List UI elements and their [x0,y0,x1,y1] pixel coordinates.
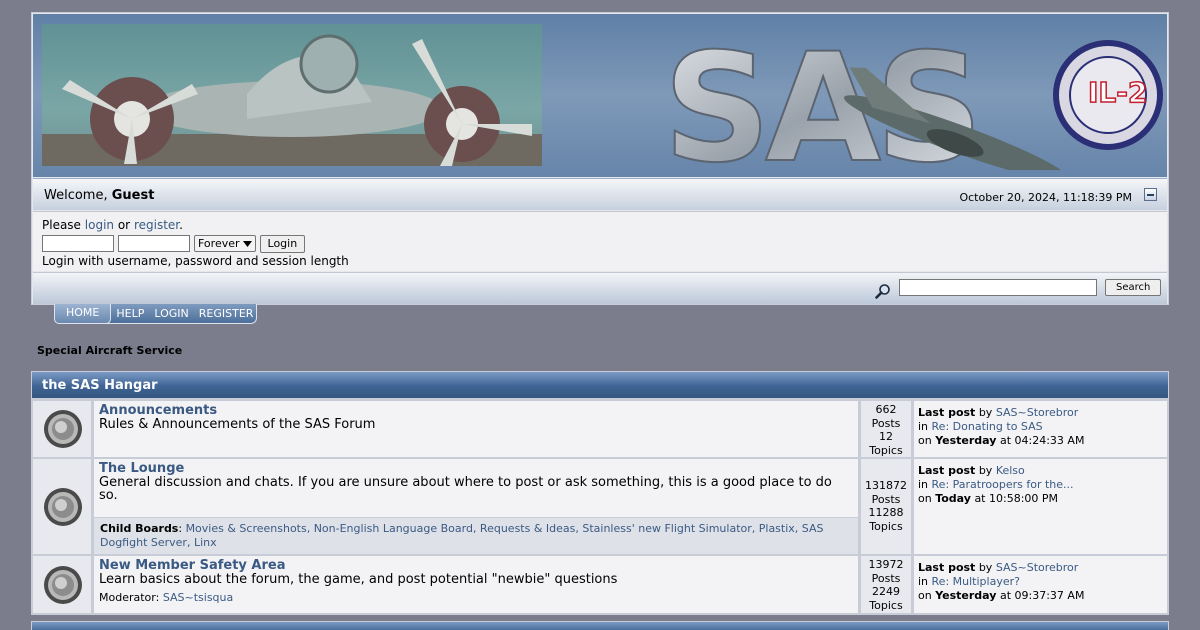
login-link[interactable]: login [85,218,114,232]
last-post-topic[interactable]: Re: Paratroopers for the... [932,478,1074,491]
board-index: the SAS Hangar Announcements Rules & Ann… [31,371,1169,615]
board-stats: 13972 Posts 2249 Topics [860,555,912,614]
last-post-author[interactable]: SAS~Storebror [996,561,1079,574]
register-link[interactable]: register [134,218,179,232]
board-row-new-member: New Member Safety Area Learn basics abou… [32,555,1168,614]
menu-login[interactable]: LOGIN [149,305,193,323]
login-prompt: Please login or register. [42,218,183,232]
collapse-header-icon[interactable] [1144,188,1157,201]
board-stats: 662 Posts 12 Topics [860,400,912,458]
last-post-topic[interactable]: Re: Multiplayer? [932,575,1020,588]
search-input[interactable] [899,279,1097,296]
svg-text:IL-2: IL-2 [1088,76,1147,109]
menu-home[interactable]: HOME [54,304,112,324]
welcome-bar: Welcome, Guest October 20, 2024, 11:18:3… [33,178,1167,210]
chevron-down-icon [242,236,252,251]
board-read-icon[interactable] [43,565,83,605]
forum-header: SAS IL-2 Welcome, Guest October 20, 2024… [31,12,1169,305]
magnifier-icon [875,283,891,299]
board-name-link[interactable]: Announcements [99,403,853,418]
session-length-select[interactable]: Forever [194,235,256,252]
board-description: Learn basics about the forum, the game, … [99,572,618,587]
username-input[interactable] [42,235,114,252]
sas-logo-text: SAS [663,22,977,170]
child-boards: Child Boards: Movies & Screenshots, Non-… [94,517,858,554]
banner-photo-aircraft [42,24,542,166]
category-header[interactable]: the SAS Hangar [32,372,1168,399]
login-hint: Login with username, password and sessio… [42,254,349,268]
last-post-info: Last post by SAS~Storebror in Re: Multip… [913,555,1168,614]
welcome-text: Welcome, Guest [44,188,155,203]
guest-name: Guest [111,188,155,203]
moderators: Moderator: SAS~tsisqua [99,591,234,604]
menu-register[interactable]: REGISTER [194,305,259,323]
sas-logo: SAS IL-2 [658,20,1163,197]
search-button[interactable]: Search [1105,279,1162,296]
search-bar: Search [33,272,1167,304]
board-row-announcements: Announcements Rules & Announcements of t… [32,400,1168,458]
password-input[interactable] [118,235,190,252]
last-post-topic[interactable]: Re: Donating to SAS [932,420,1043,433]
login-button[interactable]: Login [259,235,306,253]
last-post-info: Last post by SAS~Storebror in Re: Donati… [913,400,1168,458]
banner: SAS IL-2 [33,14,1167,197]
board-description: Rules & Announcements of the SAS Forum [99,417,376,432]
last-post-info: Last post by Kelso in Re: Paratroopers f… [913,458,1168,555]
last-post-author[interactable]: SAS~Storebror [996,406,1079,419]
board-stats: 131872 Posts 11288 Topics [860,458,912,555]
moderator-link[interactable]: SAS~tsisqua [163,591,233,604]
next-category-header [31,621,1169,630]
board-description: General discussion and chats. If you are… [99,475,832,503]
menu-help[interactable]: HELP [111,305,149,323]
category-title[interactable]: the SAS Hangar [42,378,158,393]
main-menu-items: HOME HELP LOGIN REGISTER [54,304,258,324]
board-read-icon[interactable] [43,409,83,449]
board-read-icon[interactable] [43,487,83,527]
child-board-links[interactable]: Movies & Screenshots, Non-English Langua… [100,522,823,549]
board-row-lounge: The Lounge General discussion and chats.… [32,458,1168,555]
board-name-link[interactable]: The Lounge [99,461,853,476]
site-name: Special Aircraft Service [37,344,183,357]
current-datetime: October 20, 2024, 11:18:39 PM [959,191,1132,204]
login-form: Forever Login [42,235,1158,253]
board-name-link[interactable]: New Member Safety Area [99,558,853,573]
last-post-author[interactable]: Kelso [996,464,1025,477]
login-panel: Please login or register. Forever Login … [33,211,1167,271]
